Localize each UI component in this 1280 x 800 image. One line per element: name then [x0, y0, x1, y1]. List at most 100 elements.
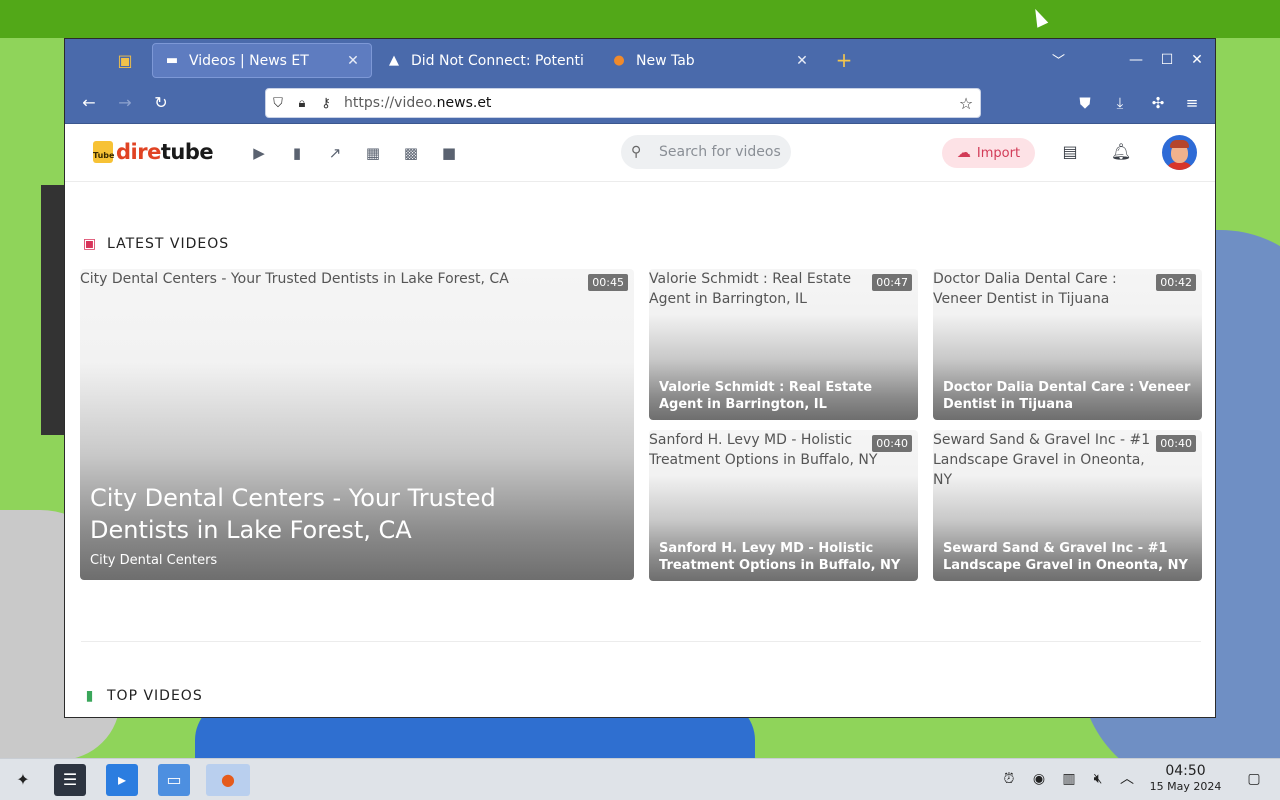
latest-videos-title: LATEST VIDEOS	[107, 236, 230, 252]
browser-window: ▣ ▬ Videos | News ET ✕ ▲ Did Not Connect…	[64, 38, 1216, 718]
close-tab-icon[interactable]: ✕	[794, 53, 810, 69]
tab-bar: ▣ ▬ Videos | News ET ✕ ▲ Did Not Connect…	[65, 39, 1215, 82]
search-placeholder: Search for videos	[659, 144, 781, 160]
reload-icon[interactable]: ↻	[149, 91, 173, 115]
site-header: Tube dire tube ▶ ▮ ↗ ▦ ▩ ■ ⚲ Search for …	[65, 124, 1215, 182]
alarm-icon[interactable]: ⏰︎	[999, 769, 1019, 789]
new-tab-button[interactable]: +	[833, 49, 855, 71]
logo-mark: Tube	[93, 141, 114, 163]
notifications-bell-icon[interactable]: 🔔︎	[1109, 140, 1133, 164]
bar-chart-icon[interactable]: ▮	[286, 143, 308, 163]
video-title[interactable]: Sanford H. Levy MD - Holistic Treatment …	[659, 540, 908, 574]
video-card[interactable]: Sanford H. Levy MD - Holistic Treatment …	[649, 430, 918, 581]
search-input[interactable]: ⚲ Search for videos	[621, 135, 791, 169]
tab-title: Did Not Connect: Potenti	[411, 52, 584, 69]
video-title[interactable]: Seward Sand & Gravel Inc - #1 Landscape …	[943, 540, 1192, 574]
import-button[interactable]: ☁ Import	[942, 138, 1035, 168]
wallpaper-dark-panel	[41, 185, 65, 435]
carousel-icon[interactable]: ▩	[400, 143, 422, 163]
software-store-icon[interactable]: ▸	[106, 764, 138, 796]
trending-icon[interactable]: ↗	[324, 143, 346, 163]
featured-video-card[interactable]: City Dental Centers - Your Trusted Denti…	[80, 269, 634, 580]
diretube-logo[interactable]: Tube dire tube	[93, 140, 214, 164]
url-text[interactable]: https://video.news.et	[338, 95, 952, 111]
logo-tube: tube	[160, 140, 214, 164]
video-title[interactable]: Valorie Schmidt : Real Estate Agent in B…	[659, 379, 908, 413]
logo-dire: dire	[116, 140, 161, 164]
wallpaper-top-band	[0, 0, 1280, 38]
video-thumbnail-alt-text: Valorie Schmidt : Real Estate Agent in B…	[649, 271, 852, 307]
video-thumbnail-alt-text: Doctor Dalia Dental Care : Veneer Dentis…	[933, 271, 1117, 307]
volume-muted-icon[interactable]: 🔇︎	[1088, 769, 1108, 789]
extensions-icon[interactable]: ✣	[1146, 91, 1170, 115]
top-videos-heading: ▮ TOP VIDEOS	[81, 688, 203, 704]
close-tab-icon[interactable]: ✕	[345, 53, 361, 69]
tracking-protection-shield-icon[interactable]: ⛉	[266, 96, 290, 111]
video-duration: 00:40	[1156, 435, 1196, 452]
downloads-icon[interactable]: ⤓	[1108, 91, 1132, 115]
video-camera-icon[interactable]: ■	[438, 143, 460, 163]
avatar-shirt	[1166, 162, 1193, 170]
taskbar: ✦ ☰ ▸ ▭ ● ⏰︎ ◉ ▥ 🔇︎ ︿ 04:50 15 May 2024 …	[0, 758, 1280, 800]
url-domain: news.et	[436, 95, 492, 111]
close-window-icon[interactable]: ✕	[1186, 49, 1208, 71]
forward-arrow-icon[interactable]: →	[113, 91, 137, 115]
video-card[interactable]: Doctor Dalia Dental Care : Veneer Dentis…	[933, 269, 1202, 420]
video-thumbnail-alt-text: City Dental Centers - Your Trusted Denti…	[80, 271, 509, 287]
url-prefix: https://video.	[344, 95, 437, 111]
maximize-icon[interactable]: ☐	[1156, 49, 1178, 71]
navigation-bar: ← → ↻ ⛉ 🔒︎ ⚷ https://video.news.et ☆ ⛊ ⤓…	[65, 82, 1215, 124]
network-icon[interactable]: ◉	[1029, 769, 1049, 789]
video-card[interactable]: Valorie Schmidt : Real Estate Agent in B…	[649, 269, 918, 420]
tab-new-tab[interactable]: ● New Tab ✕	[600, 43, 820, 78]
cloud-upload-icon: ☁	[956, 145, 971, 161]
bookmark-star-icon[interactable]: ☆	[952, 94, 980, 113]
tab-title: Videos | News ET	[189, 52, 309, 69]
clock-time: 04:50	[1165, 763, 1206, 779]
video-title[interactable]: Doctor Dalia Dental Care : Veneer Dentis…	[943, 379, 1192, 413]
minimize-icon[interactable]: —	[1125, 49, 1147, 71]
video-thumbnail-alt-text: Sanford H. Levy MD - Holistic Treatment …	[649, 432, 878, 468]
url-bar[interactable]: ⛉ 🔒︎ ⚷ https://video.news.et ☆	[265, 88, 981, 118]
file-manager-icon[interactable]: ▭	[158, 764, 190, 796]
show-desktop-icon[interactable]: ▢	[1244, 769, 1264, 789]
video-title[interactable]: City Dental Centers - Your Trusted Denti…	[90, 482, 544, 546]
firefox-icon: ●	[613, 53, 625, 68]
search-icon: ⚲	[631, 144, 642, 160]
videos-play-icon[interactable]: ▶	[248, 143, 270, 163]
back-arrow-icon[interactable]: ←	[77, 91, 101, 115]
film-icon[interactable]: ▦	[362, 143, 384, 163]
application-launcher-icon[interactable]: ✦	[7, 764, 39, 796]
list-all-tabs-chevron-down-icon[interactable]: ﹀	[1052, 50, 1065, 69]
video-duration: 00:47	[872, 274, 912, 291]
tab-groups-icon[interactable]: ▣	[115, 51, 135, 71]
tab-videos[interactable]: ▬ Videos | News ET ✕	[152, 43, 372, 78]
firefox-taskbar-icon[interactable]: ●	[206, 764, 250, 796]
video-card[interactable]: Seward Sand & Gravel Inc - #1 Landscape …	[933, 430, 1202, 581]
clipboard-icon[interactable]: ▥	[1059, 769, 1079, 789]
latest-videos-icon: ▣	[82, 236, 98, 252]
show-hidden-icons-chevron-up-icon[interactable]: ︿	[1117, 769, 1137, 789]
menu-hamburger-icon[interactable]: ≡	[1180, 91, 1204, 115]
lock-icon[interactable]: 🔒︎	[290, 96, 314, 111]
import-label: Import	[976, 145, 1021, 161]
diretube-favicon-icon: ▬	[165, 53, 179, 68]
clock[interactable]: 04:50 15 May 2024	[1138, 763, 1233, 794]
pocket-icon[interactable]: ⛊	[1073, 91, 1097, 115]
system-settings-icon[interactable]: ☰	[54, 764, 86, 796]
web-page: Tube dire tube ▶ ▮ ↗ ▦ ▩ ■ ⚲ Search for …	[65, 124, 1215, 717]
clock-date: 15 May 2024	[1149, 780, 1222, 793]
avatar-hair	[1170, 140, 1189, 148]
bar-chart-icon: ▮	[85, 688, 95, 704]
key-icon[interactable]: ⚷	[314, 96, 338, 111]
tab-did-not-connect[interactable]: ▲ Did Not Connect: Potenti	[375, 43, 600, 78]
video-duration: 00:40	[872, 435, 912, 452]
avatar[interactable]	[1162, 135, 1197, 170]
video-duration: 00:42	[1156, 274, 1196, 291]
video-duration: 00:45	[588, 274, 628, 291]
video-channel[interactable]: City Dental Centers	[90, 553, 217, 568]
top-videos-title: TOP VIDEOS	[107, 688, 203, 704]
messages-icon[interactable]: ▤	[1058, 140, 1082, 164]
video-thumbnail-alt-text: Seward Sand & Gravel Inc - #1 Landscape …	[933, 432, 1151, 488]
warning-icon: ▲	[389, 53, 399, 68]
